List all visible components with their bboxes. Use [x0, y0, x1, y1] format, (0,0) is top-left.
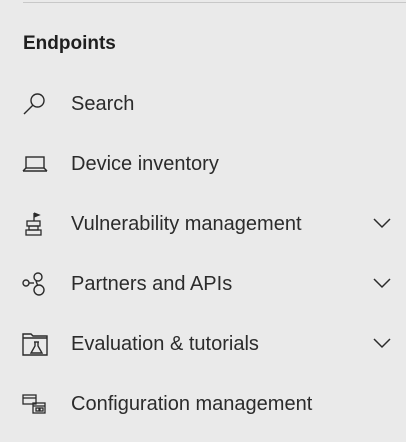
section-divider: [23, 2, 406, 3]
partners-icon: [21, 271, 49, 297]
vulnerability-icon: [21, 211, 49, 237]
search-icon: [21, 91, 49, 117]
nav-item-search[interactable]: Search: [0, 74, 406, 134]
endpoints-nav: Search Device inventory Vulnerability ma…: [0, 74, 406, 434]
nav-item-device-inventory[interactable]: Device inventory: [0, 134, 406, 194]
nav-item-label: Partners and APIs: [71, 273, 233, 295]
configuration-icon: [21, 391, 49, 417]
section-title-endpoints: Endpoints: [23, 33, 116, 54]
nav-item-label: Configuration management: [71, 393, 313, 415]
nav-item-label: Device inventory: [71, 153, 219, 175]
nav-item-vulnerability-management[interactable]: Vulnerability management: [0, 194, 406, 254]
nav-item-label: Evaluation & tutorials: [71, 333, 259, 355]
nav-item-partners-and-apis[interactable]: Partners and APIs: [0, 254, 406, 314]
nav-item-configuration-management[interactable]: Configuration management: [0, 374, 406, 434]
nav-item-label: Vulnerability management: [71, 213, 302, 235]
chevron-down-icon[interactable]: [372, 276, 392, 290]
evaluation-icon: [21, 331, 49, 357]
nav-item-evaluation-tutorials[interactable]: Evaluation & tutorials: [0, 314, 406, 374]
laptop-icon: [21, 151, 49, 177]
nav-item-label: Search: [71, 93, 135, 115]
chevron-down-icon[interactable]: [372, 216, 392, 230]
chevron-down-icon[interactable]: [372, 336, 392, 350]
